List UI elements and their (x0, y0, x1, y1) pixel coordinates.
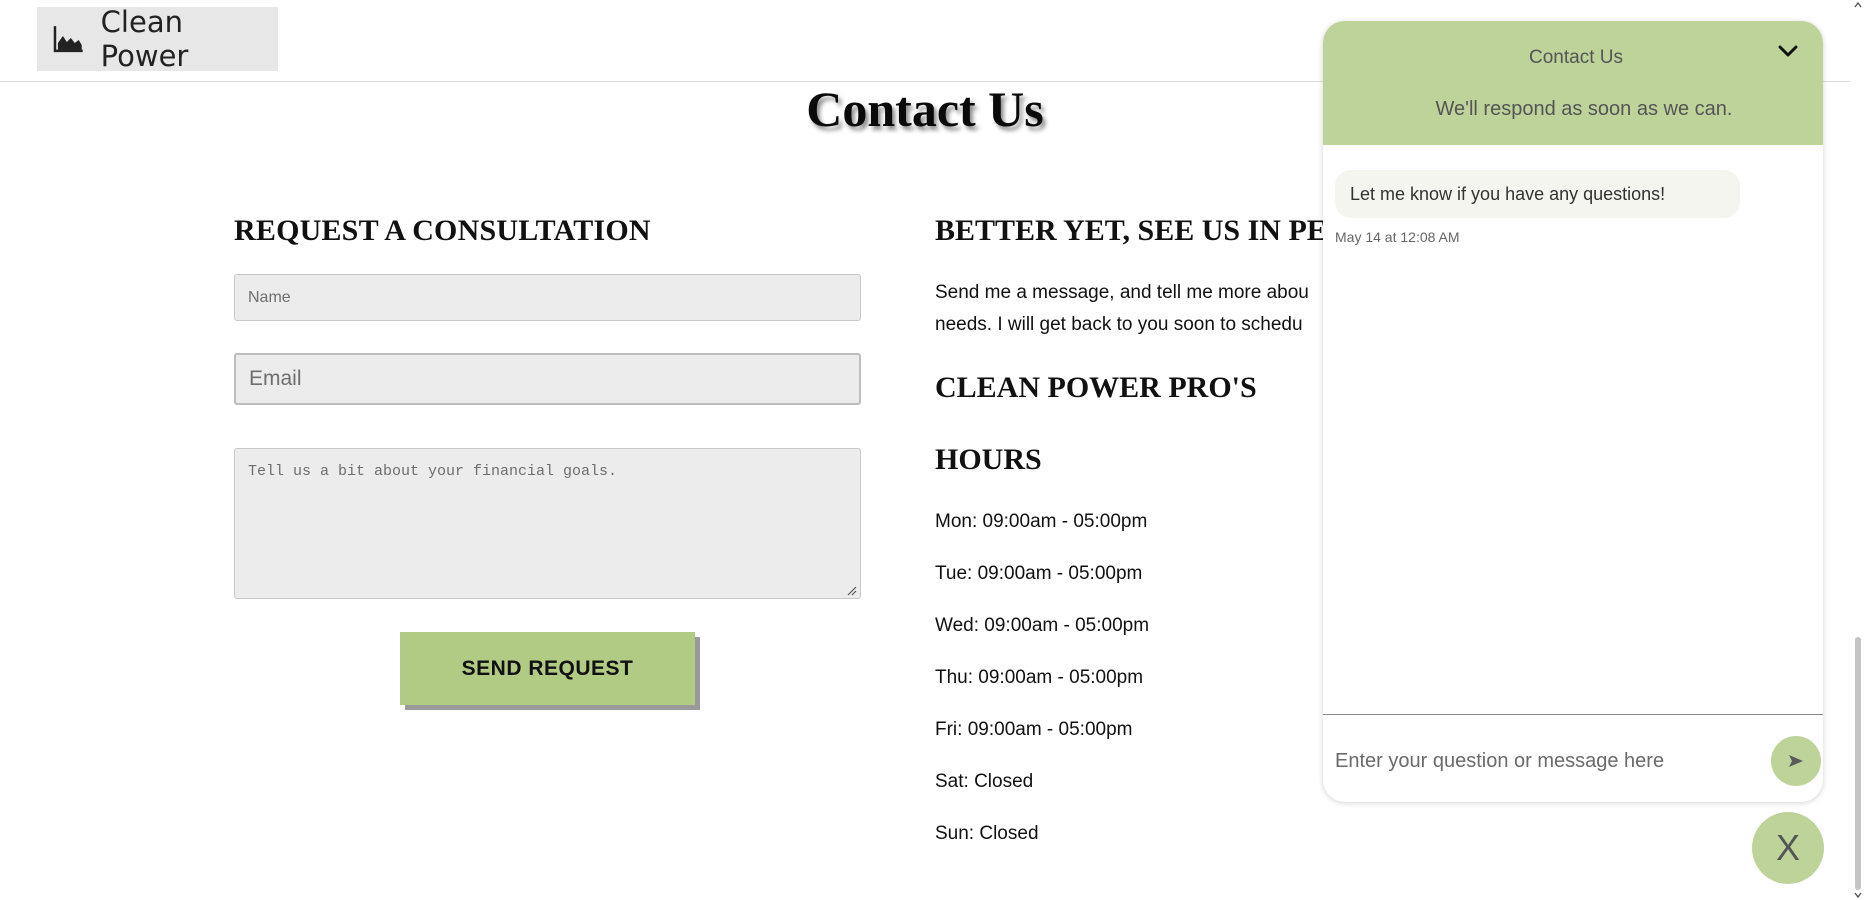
email-field[interactable] (234, 353, 861, 405)
hours-fri: Fri: 09:00am - 05:00pm (935, 719, 1133, 740)
send-arrow-icon (1789, 755, 1803, 767)
hours-wed: Wed: 09:00am - 05:00pm (935, 615, 1150, 636)
hours-sat: Sat: Closed (935, 771, 1034, 792)
brand-logo-link[interactable]: Clean Power (37, 5, 278, 73)
hours-mon: Mon: 09:00am - 05:00pm (935, 511, 1148, 532)
scroll-down-arrow-icon[interactable] (1854, 892, 1862, 898)
area-chart-icon (53, 26, 83, 53)
message-timestamp: May 14 at 12:08 AM (1335, 229, 1460, 245)
chat-divider (1323, 714, 1823, 715)
send-request-button[interactable]: SEND REQUEST (400, 632, 695, 705)
resize-grip-icon[interactable] (847, 586, 857, 596)
chat-title: Contact Us (1529, 47, 1623, 68)
page-scrollbar[interactable] (1850, 0, 1866, 900)
message-textarea[interactable] (234, 448, 861, 599)
hours-tue: Tue: 09:00am - 05:00pm (935, 563, 1143, 584)
chat-header: Contact Us We'll respond as soon as we c… (1323, 21, 1823, 145)
scrollbar-thumb[interactable] (1855, 637, 1861, 890)
company-heading: CLEAN POWER PRO'S (935, 371, 1257, 404)
chevron-down-icon[interactable] (1778, 44, 1798, 58)
hours-heading: HOURS (935, 443, 1042, 476)
hours-thu: Thu: 09:00am - 05:00pm (935, 667, 1144, 688)
chat-message-input[interactable] (1335, 743, 1755, 779)
consultation-heading: REQUEST A CONSULTATION (234, 214, 651, 247)
hours-sun: Sun: Closed (935, 823, 1039, 844)
close-chat-button[interactable]: X (1752, 812, 1824, 884)
brand-name: Clean Power (100, 5, 189, 73)
visit-heading: BETTER YET, SEE US IN PER (935, 214, 1349, 247)
scroll-up-arrow-icon[interactable] (1854, 2, 1862, 8)
name-field[interactable] (234, 274, 861, 321)
chat-message-bubble: Let me know if you have any questions! (1335, 170, 1740, 218)
chat-widget: Contact Us We'll respond as soon as we c… (1323, 21, 1823, 802)
chat-send-button[interactable] (1771, 736, 1821, 786)
chat-subtitle: We'll respond as soon as we can. (1435, 98, 1733, 120)
